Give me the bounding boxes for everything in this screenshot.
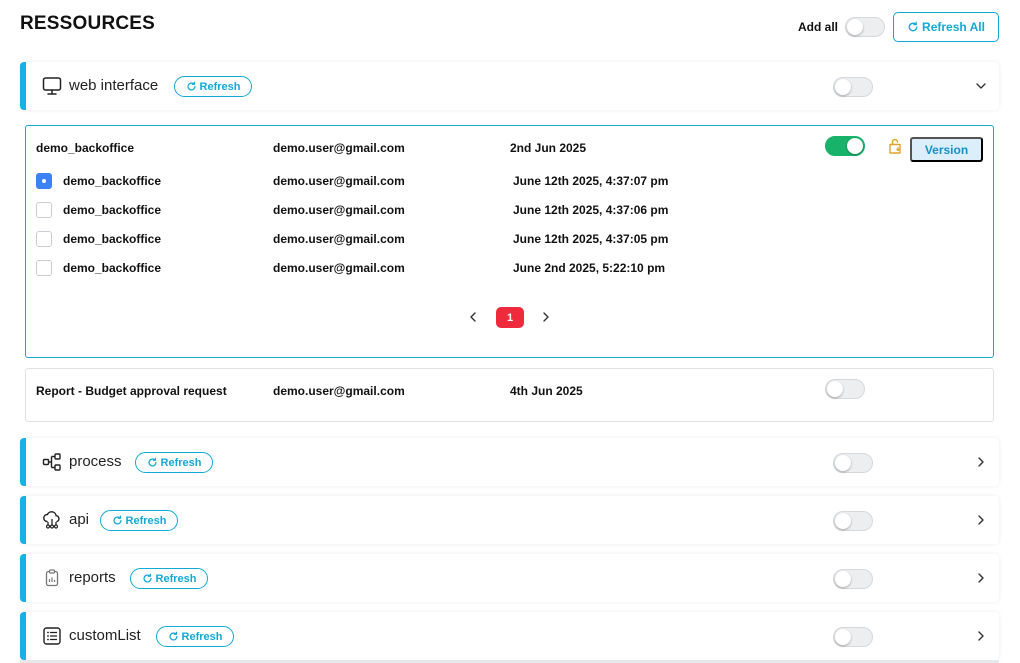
refresh-label: Refresh: [199, 80, 241, 93]
reports-refresh-button[interactable]: Refresh: [130, 568, 208, 589]
customlist-toggle[interactable]: [833, 627, 873, 647]
toggle-knob: [827, 381, 843, 397]
version-checkbox[interactable]: [36, 202, 52, 218]
refresh-icon: [148, 457, 157, 467]
resource-name: demo_backoffice: [36, 141, 135, 155]
chevron-right-icon[interactable]: [540, 311, 552, 323]
section-process[interactable]: process Refresh: [20, 438, 999, 486]
resource-toggle[interactable]: [825, 136, 865, 156]
chevron-right-icon[interactable]: [974, 571, 988, 585]
version-button[interactable]: Version: [910, 137, 983, 162]
version-name: demo_backoffice: [63, 174, 162, 188]
report-name: Report - Budget approval request: [36, 384, 227, 398]
version-checkbox[interactable]: [36, 231, 52, 247]
process-refresh-button[interactable]: Refresh: [135, 452, 213, 473]
version-checkbox[interactable]: [36, 173, 52, 189]
section-api[interactable]: api Refresh: [20, 496, 999, 544]
chevron-right-icon[interactable]: [974, 513, 988, 527]
report-date: 4th Jun 2025: [510, 384, 583, 398]
toggle-knob: [835, 571, 851, 587]
version-timestamp: June 2nd 2025, 5:22:10 pm: [513, 261, 666, 275]
refresh-icon: [908, 21, 918, 32]
version-name: demo_backoffice: [63, 203, 162, 217]
report-user: demo.user@gmail.com: [273, 384, 405, 398]
process-toggle[interactable]: [833, 453, 873, 473]
refresh-label: Refresh: [125, 514, 167, 527]
chevron-right-icon[interactable]: [974, 629, 988, 643]
list-icon: [41, 625, 63, 647]
customlist-refresh-button[interactable]: Refresh: [156, 626, 234, 647]
refresh-icon: [143, 573, 152, 583]
section-title: customList: [69, 627, 141, 644]
api-toggle[interactable]: [833, 511, 873, 531]
flow-icon: [41, 451, 63, 473]
version-user: demo.user@gmail.com: [273, 203, 405, 217]
section-title: web interface: [69, 77, 159, 94]
refresh-label: Refresh: [155, 572, 197, 585]
chevron-left-icon[interactable]: [467, 311, 479, 323]
resource-user: demo.user@gmail.com: [273, 141, 405, 155]
unlock-icon[interactable]: [886, 137, 904, 155]
resource-date: 2nd Jun 2025: [510, 141, 587, 155]
version-name: demo_backoffice: [63, 261, 162, 275]
web-interface-refresh-button[interactable]: Refresh: [174, 76, 252, 97]
toggle-knob: [835, 629, 851, 645]
section-title: api: [69, 511, 90, 528]
clipboard-icon: [41, 567, 63, 589]
cloud-network-icon: [41, 509, 63, 531]
report-row: Report - Budget approval request demo.us…: [25, 368, 994, 422]
toggle-knob: [847, 19, 863, 35]
toggle-knob: [835, 455, 851, 471]
add-all-toggle[interactable]: [845, 17, 885, 37]
version-timestamp: June 12th 2025, 4:37:07 pm: [513, 174, 669, 188]
monitor-icon: [41, 75, 63, 97]
resource-panel: demo_backoffice demo.user@gmail.com 2nd …: [25, 125, 994, 358]
refresh-all-label: Refresh All: [922, 20, 985, 34]
report-toggle[interactable]: [825, 379, 865, 399]
version-user: demo.user@gmail.com: [273, 261, 405, 275]
section-title: reports: [69, 569, 116, 586]
section-title: process: [69, 453, 122, 470]
section-reports[interactable]: reports Refresh: [20, 554, 999, 602]
pagination: 1: [26, 307, 993, 328]
page-title: RESSOURCES: [20, 13, 156, 34]
refresh-label: Refresh: [160, 456, 202, 469]
chevron-down-icon[interactable]: [974, 79, 988, 93]
refresh-icon: [113, 515, 122, 525]
add-all-label: Add all: [797, 20, 838, 34]
toggle-knob: [847, 138, 863, 154]
version-checkbox[interactable]: [36, 260, 52, 276]
web-interface-toggle[interactable]: [833, 77, 873, 97]
refresh-icon: [169, 631, 178, 641]
section-web-interface[interactable]: web interface Refresh: [20, 62, 999, 110]
toggle-knob: [835, 513, 851, 529]
version-name: demo_backoffice: [63, 232, 162, 246]
version-timestamp: June 12th 2025, 4:37:06 pm: [513, 203, 669, 217]
chevron-right-icon[interactable]: [974, 455, 988, 469]
api-refresh-button[interactable]: Refresh: [100, 510, 178, 531]
top-actions: Add all Refresh All: [798, 12, 999, 42]
version-timestamp: June 12th 2025, 4:37:05 pm: [513, 232, 669, 246]
page-number-button[interactable]: 1: [496, 307, 524, 328]
toggle-knob: [835, 79, 851, 95]
refresh-icon: [187, 81, 196, 91]
refresh-label: Refresh: [181, 630, 223, 643]
version-user: demo.user@gmail.com: [273, 232, 405, 246]
section-customlist[interactable]: customList Refresh: [20, 612, 999, 660]
reports-toggle[interactable]: [833, 569, 873, 589]
refresh-all-button[interactable]: Refresh All: [893, 12, 999, 42]
version-user: demo.user@gmail.com: [273, 174, 405, 188]
